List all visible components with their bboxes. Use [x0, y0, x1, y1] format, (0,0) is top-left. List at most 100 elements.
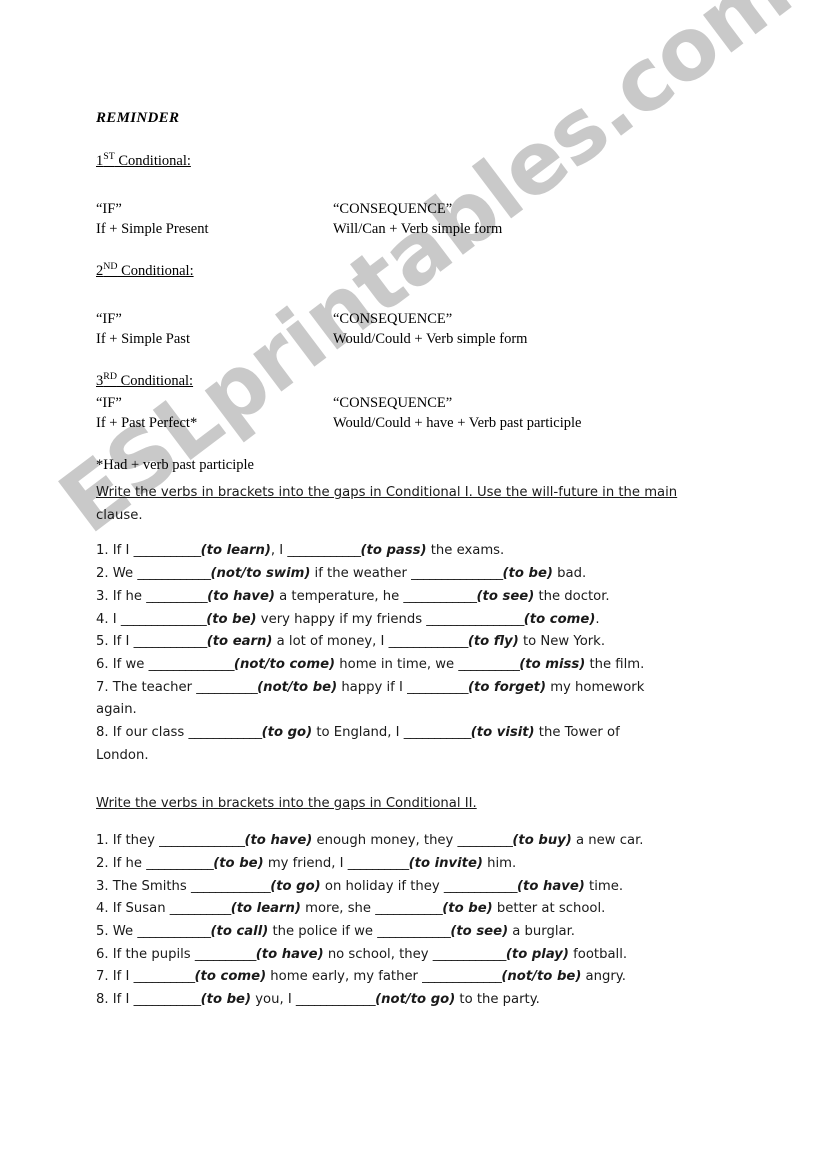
consequence-header-1: “CONSEQUENCE” — [333, 200, 453, 217]
answer-blank[interactable]: ______________ — [149, 657, 235, 672]
consequence-formula-3: Would/Could + have + Verb past participl… — [333, 414, 582, 431]
exercise1-item-3: 3. If he __________(to have) a temperatu… — [96, 586, 760, 609]
if-formula-1: If + Simple Present — [96, 220, 209, 237]
item-text-part2: to England, I — [312, 725, 404, 741]
conditional-heading-tail-1: Conditional: — [114, 152, 191, 169]
item-text-part3: to the party. — [455, 992, 540, 1008]
reminder-title: REMINDER — [96, 110, 180, 126]
verb-prompt: (to have) — [244, 833, 313, 849]
verb-prompt: (to invite) — [408, 855, 483, 871]
verb-prompt: (not/to be) — [501, 969, 582, 985]
item-number: 7. — [96, 969, 109, 985]
conditional-heading-3: 3RD Conditional: — [96, 371, 193, 391]
conditional-block-2: 2ND Conditional: “IF” “CONSEQUENCE” If +… — [96, 261, 756, 349]
exercise1-item-4: 4. I ______________(to be) very happy if… — [96, 609, 760, 632]
conditional-header-row-3: “IF” “CONSEQUENCE” — [96, 393, 756, 413]
answer-blank[interactable]: _______________ — [411, 566, 503, 581]
answer-blank[interactable]: ______________ — [121, 612, 207, 627]
verb-prompt: (to come) — [523, 611, 596, 627]
answer-blank[interactable]: ____________ — [433, 947, 507, 962]
conditional-block-1: 1ST Conditional: “IF” “CONSEQUENCE” If +… — [96, 151, 756, 239]
verb-prompt: (to have) — [517, 878, 585, 894]
item-number: 5. — [96, 634, 109, 650]
conditional-heading-2: 2ND Conditional: — [96, 261, 194, 281]
answer-blank[interactable]: ____________ — [377, 924, 451, 939]
verb-prompt: (not/to come) — [233, 656, 336, 672]
verb-prompt: (to earn) — [206, 634, 273, 650]
conditional-ordinal-suffix-1: ST — [103, 150, 115, 162]
item-text-part2: a temperature, he — [274, 588, 404, 604]
answer-blank[interactable]: ___________ — [404, 725, 472, 740]
item-number: 8. — [96, 725, 109, 741]
answer-blank[interactable]: ________________ — [426, 612, 524, 627]
exercise2-item-1: 1. If they ______________(to have) enoug… — [96, 830, 760, 853]
answer-blank[interactable]: _________ — [458, 833, 513, 848]
item-text-part3: football. — [568, 946, 628, 962]
item-text-part3: time. — [584, 878, 624, 894]
answer-blank[interactable]: ___________ — [134, 543, 202, 558]
exercise2-items: 1. If they ______________(to have) enoug… — [96, 830, 760, 1012]
item-text-part1: If I — [108, 992, 134, 1008]
item-text-part2: , I — [270, 543, 288, 559]
item-number: 3. — [96, 878, 109, 894]
answer-blank[interactable]: __________ — [170, 901, 231, 916]
item-text-part3: the film. — [585, 656, 645, 672]
item-text-part2: the police if we — [268, 923, 378, 939]
answer-blank[interactable]: ____________ — [287, 543, 361, 558]
answer-blank[interactable]: __________ — [195, 947, 256, 962]
exercise2-item-2: 2. If he ___________(to be) my friend, I… — [96, 853, 760, 876]
answer-blank[interactable]: ____________ — [444, 879, 518, 894]
conditional-heading-tail-3: Conditional: — [116, 372, 194, 389]
answer-blank[interactable]: _____________ — [296, 992, 376, 1007]
item-text-part1: If he — [108, 855, 147, 871]
conditional-ordinal-suffix-3: RD — [103, 370, 117, 382]
verb-prompt: (to be) — [213, 855, 264, 871]
answer-blank[interactable]: __________ — [348, 856, 409, 871]
answer-blank[interactable]: ____________ — [134, 634, 208, 649]
conditional-table-2: “IF” “CONSEQUENCE” If + Simple Past Woul… — [96, 309, 756, 349]
answer-blank[interactable]: __________ — [458, 657, 519, 672]
answer-blank[interactable]: ____________ — [188, 725, 262, 740]
exercise2-item-5: 5. We ____________(to call) the police i… — [96, 921, 760, 944]
answer-blank[interactable]: __________ — [407, 680, 468, 695]
item-text-part2: on holiday if they — [320, 878, 444, 894]
answer-blank[interactable]: ___________ — [146, 856, 214, 871]
exercise1-item-2: 2. We ____________(not/to swim) if the w… — [96, 563, 760, 586]
verb-prompt: (to be) — [206, 611, 257, 627]
answer-blank[interactable]: _____________ — [422, 969, 502, 984]
answer-blank[interactable]: ___________ — [375, 901, 443, 916]
answer-blank[interactable]: __________ — [134, 969, 195, 984]
answer-blank[interactable]: ___________ — [134, 992, 202, 1007]
verb-prompt: (to see) — [450, 923, 509, 939]
answer-blank[interactable]: _____________ — [191, 879, 271, 894]
item-number: 2. — [96, 566, 109, 582]
item-text-part2: my friend, I — [263, 855, 348, 871]
item-text-part3: bad. — [552, 566, 587, 582]
answer-blank[interactable]: ____________ — [137, 566, 211, 581]
exercise1-item-6: 6. If we ______________(not/to come) hom… — [96, 654, 760, 677]
consequence-formula-2: Would/Could + Verb simple form — [333, 330, 528, 347]
item-text-part1: If he — [108, 588, 147, 604]
answer-blank[interactable]: ____________ — [137, 924, 211, 939]
answer-blank[interactable]: _____________ — [389, 634, 469, 649]
if-formula-3: If + Past Perfect* — [96, 414, 198, 431]
verb-prompt: (to visit) — [470, 725, 535, 741]
consequence-formula-1: Will/Can + Verb simple form — [333, 220, 503, 237]
item-number: 2. — [96, 855, 109, 871]
item-text-part1: If we — [108, 656, 149, 672]
answer-blank[interactable]: __________ — [196, 680, 257, 695]
item-text-part1: The teacher — [108, 679, 197, 695]
verb-prompt: (to have) — [207, 588, 275, 604]
conditional-header-row-2: “IF” “CONSEQUENCE” — [96, 309, 756, 329]
item-text-part1: We — [108, 923, 138, 939]
item-text-part1: The Smiths — [108, 878, 191, 894]
item-text-part3: him. — [482, 855, 517, 871]
answer-blank[interactable]: ____________ — [403, 589, 477, 604]
verb-prompt: (to be) — [200, 992, 252, 1008]
item-text-part2: if the weather — [310, 566, 412, 582]
answer-blank[interactable]: ______________ — [159, 833, 245, 848]
exercise2-item-8: 8. If I ___________(to be) you, I ______… — [96, 989, 760, 1012]
answer-blank[interactable]: __________ — [146, 589, 207, 604]
item-text-part3: the doctor. — [534, 588, 610, 604]
item-text-part3: the Tower of — [534, 725, 620, 741]
